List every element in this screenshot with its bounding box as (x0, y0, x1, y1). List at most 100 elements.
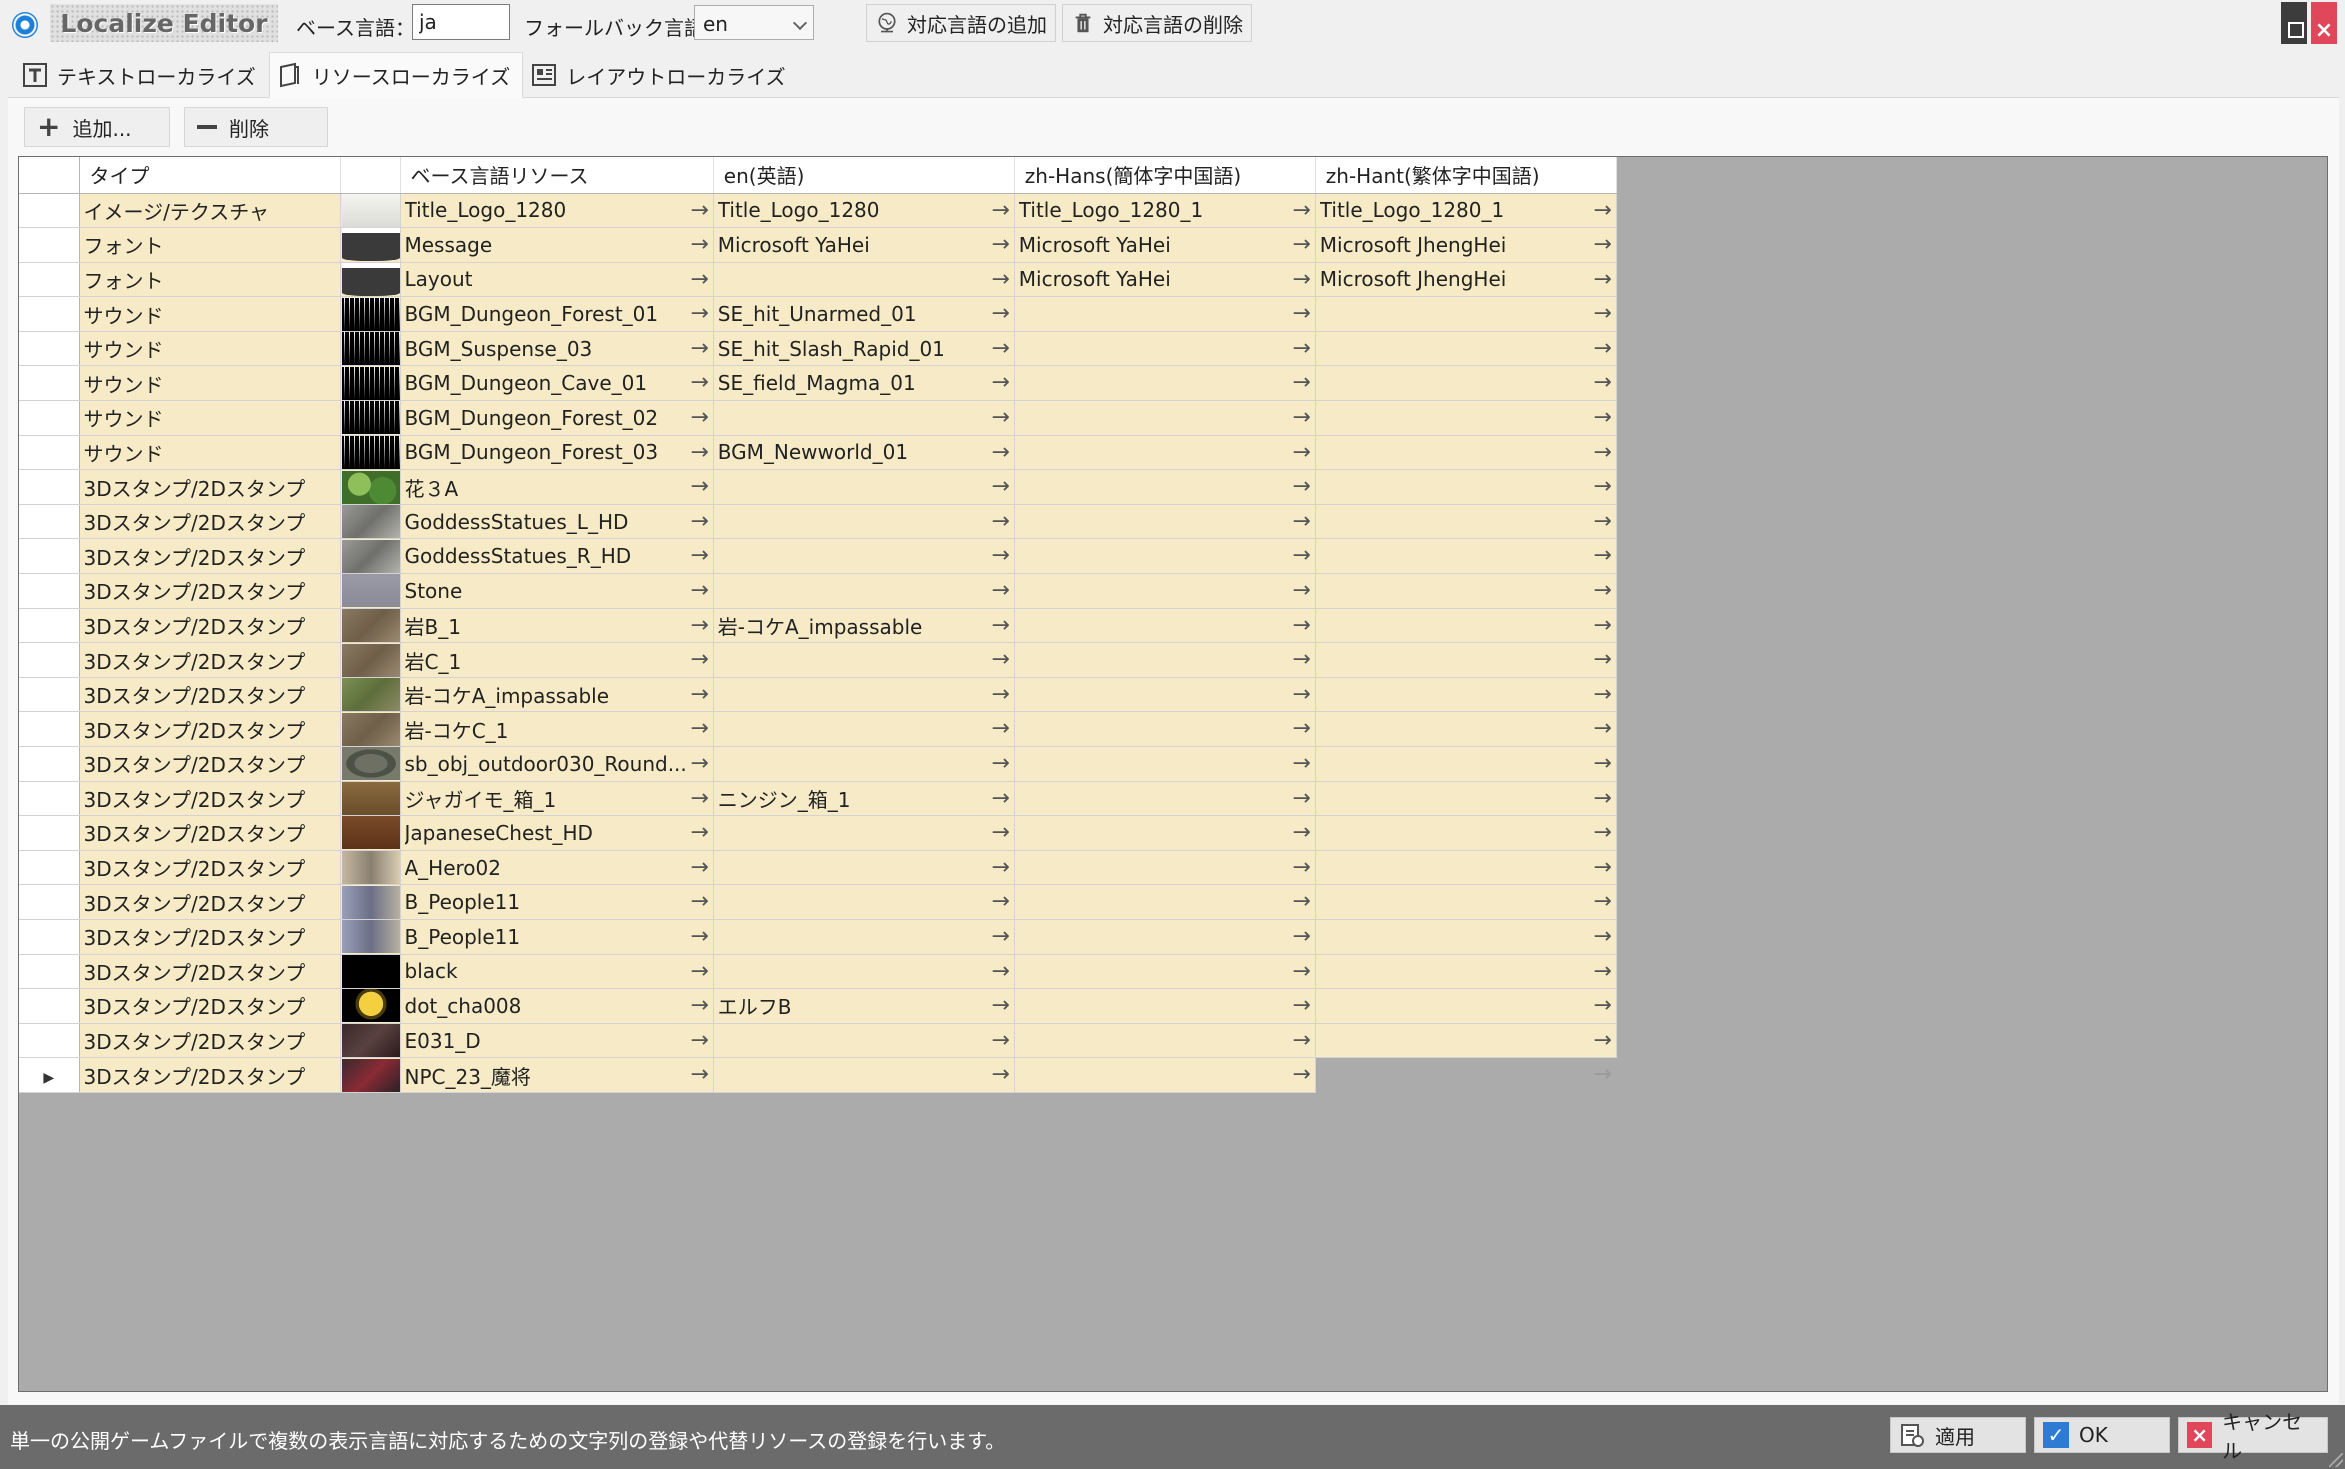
row-header[interactable] (19, 677, 80, 713)
arrow-right-icon[interactable]: → (1292, 787, 1310, 810)
arrow-right-icon[interactable]: → (1292, 718, 1310, 740)
arrow-right-icon[interactable]: → (1292, 683, 1310, 706)
cell-zh-hant[interactable]: → (1315, 746, 1617, 782)
cell-en[interactable]: → (713, 919, 1015, 955)
arrow-right-icon[interactable]: → (1593, 787, 1611, 810)
table-row[interactable]: サウンド BGM_Dungeon_Cave_01 → SE_field_Magm… (19, 365, 1617, 402)
cell-en[interactable]: → (713, 746, 1015, 782)
cell-en[interactable]: → (713, 1057, 1015, 1093)
arrow-right-icon[interactable]: → (1292, 199, 1310, 222)
cell-zh-hans[interactable]: → (1014, 1023, 1316, 1059)
arrow-right-icon[interactable]: → (991, 614, 1009, 637)
cell-type[interactable]: 3Dスタンプ/2Dスタンプ (79, 988, 341, 1024)
cell-zh-hans[interactable]: Microsoft YaHei → (1014, 227, 1316, 263)
arrow-right-icon[interactable]: → (991, 856, 1009, 879)
cell-en[interactable]: 岩-コケA_impassable → (713, 608, 1015, 644)
cell-base-resource[interactable]: Stone → (400, 573, 714, 609)
cell-zh-hans[interactable]: → (1014, 677, 1316, 713)
cell-zh-hans[interactable]: → (1014, 988, 1316, 1024)
cell-zh-hant[interactable]: → (1315, 642, 1617, 678)
row-header[interactable] (19, 608, 80, 644)
table-row[interactable]: 3Dスタンプ/2Dスタンプ ジャガイモ_箱_1 → ニンジン_箱_1 → → → (19, 781, 1617, 817)
table-row[interactable]: 3Dスタンプ/2Dスタンプ black → → → → (19, 954, 1617, 990)
table-row[interactable]: サウンド BGM_Dungeon_Forest_02 → → → → (19, 400, 1617, 436)
arrow-right-icon[interactable]: → (1292, 441, 1310, 464)
cell-en[interactable]: → (713, 1023, 1015, 1059)
cell-base-resource[interactable]: NPC_23_魔将 → (400, 1057, 714, 1093)
cell-zh-hant[interactable]: → (1315, 954, 1617, 990)
tab-layout-localize[interactable]: レイアウトローカライズ (523, 52, 798, 98)
row-header[interactable] (19, 642, 80, 678)
cell-zh-hant[interactable]: → (1315, 781, 1617, 817)
delete-resource-button[interactable]: 削除 (184, 107, 328, 147)
cell-base-resource[interactable]: BGM_Dungeon_Forest_03 → (400, 435, 714, 471)
row-header[interactable] (19, 781, 80, 817)
cell-zh-hant[interactable]: Microsoft JhengHei → (1315, 262, 1617, 298)
cell-zh-hant[interactable]: → (1315, 884, 1617, 920)
cell-zh-hans[interactable]: → (1014, 850, 1316, 886)
cell-zh-hant[interactable]: Microsoft JhengHei → (1315, 227, 1617, 263)
row-header[interactable] (19, 193, 80, 229)
arrow-right-icon[interactable]: → (690, 337, 708, 360)
arrow-right-icon[interactable]: → (690, 545, 708, 567)
row-header[interactable] (19, 365, 80, 402)
arrow-right-icon[interactable]: → (1593, 510, 1611, 533)
arrow-right-icon[interactable]: → (1292, 234, 1310, 256)
table-row[interactable]: サウンド BGM_Dungeon_Forest_03 → BGM_Newworl… (19, 435, 1617, 471)
cell-type[interactable]: フォント (79, 262, 341, 298)
arrow-right-icon[interactable]: → (690, 649, 708, 671)
add-language-button[interactable]: 対応言語の追加 (866, 4, 1056, 42)
cell-type[interactable]: 3Dスタンプ/2Dスタンプ (79, 504, 341, 540)
cell-base-resource[interactable]: Layout → (400, 262, 714, 298)
table-row[interactable]: サウンド BGM_Suspense_03 → SE_hit_Slash_Rapi… (19, 331, 1617, 367)
arrow-right-icon[interactable]: → (690, 234, 708, 256)
row-header[interactable] (19, 711, 80, 747)
cell-zh-hant[interactable]: → (1315, 677, 1617, 713)
arrow-right-icon[interactable]: → (991, 303, 1009, 325)
cell-base-resource[interactable]: black → (400, 954, 714, 990)
arrow-right-icon[interactable]: → (690, 407, 708, 429)
arrow-right-icon[interactable]: → (991, 649, 1009, 671)
cell-base-resource[interactable]: Title_Logo_1280 → (400, 193, 714, 229)
arrow-right-icon[interactable]: → (991, 1029, 1009, 1052)
cell-type[interactable]: サウンド (79, 365, 341, 402)
row-header[interactable] (19, 884, 80, 920)
cell-zh-hant[interactable]: → (1315, 504, 1617, 540)
add-resource-button[interactable]: + 追加... (24, 107, 170, 147)
arrow-right-icon[interactable]: → (991, 1064, 1009, 1086)
cell-en[interactable]: → (713, 677, 1015, 713)
cell-zh-hans[interactable]: → (1014, 400, 1316, 436)
cell-zh-hans[interactable]: Microsoft YaHei → (1014, 262, 1316, 298)
table-row[interactable]: 3Dスタンプ/2Dスタンプ A_Hero02 → → → → (19, 850, 1617, 886)
arrow-right-icon[interactable]: → (1593, 337, 1611, 360)
arrow-right-icon[interactable]: → (1593, 580, 1611, 602)
cell-base-resource[interactable]: BGM_Dungeon_Forest_01 → (400, 296, 714, 332)
cell-zh-hant[interactable]: → (1315, 400, 1617, 436)
cell-zh-hant[interactable]: → (1315, 608, 1617, 644)
arrow-right-icon[interactable]: → (1292, 1029, 1310, 1052)
cell-en[interactable]: → (713, 469, 1015, 505)
arrow-right-icon[interactable]: → (690, 960, 708, 983)
arrow-right-icon[interactable]: → (690, 441, 708, 464)
arrow-right-icon[interactable]: → (1593, 753, 1611, 775)
cell-zh-hans[interactable]: → (1014, 815, 1316, 851)
tab-resource-localize[interactable]: リソースローカライズ (268, 52, 524, 98)
row-header[interactable] (19, 227, 80, 263)
arrow-right-icon[interactable]: → (991, 337, 1009, 360)
arrow-right-icon[interactable]: → (1593, 822, 1611, 844)
arrow-right-icon[interactable]: → (1593, 614, 1611, 637)
table-row[interactable]: サウンド BGM_Dungeon_Forest_01 → SE_hit_Unar… (19, 296, 1617, 332)
arrow-right-icon[interactable]: → (690, 995, 708, 1017)
cell-type[interactable]: 3Dスタンプ/2Dスタンプ (79, 815, 341, 851)
cell-base-resource[interactable]: BGM_Dungeon_Forest_02 → (400, 400, 714, 436)
resize-grip-icon[interactable] (2329, 1453, 2343, 1467)
cancel-button[interactable]: × キャンセル (2178, 1410, 2328, 1463)
arrow-right-icon[interactable]: → (1292, 510, 1310, 533)
row-header[interactable]: ▶ (19, 1057, 80, 1093)
cell-base-resource[interactable]: E031_D → (400, 1023, 714, 1059)
arrow-right-icon[interactable]: → (690, 753, 708, 775)
row-header[interactable] (19, 746, 80, 782)
arrow-right-icon[interactable]: → (1593, 476, 1611, 498)
cell-zh-hant[interactable]: → (1315, 1057, 1617, 1093)
cell-base-resource[interactable]: BGM_Dungeon_Cave_01 → (400, 365, 714, 402)
